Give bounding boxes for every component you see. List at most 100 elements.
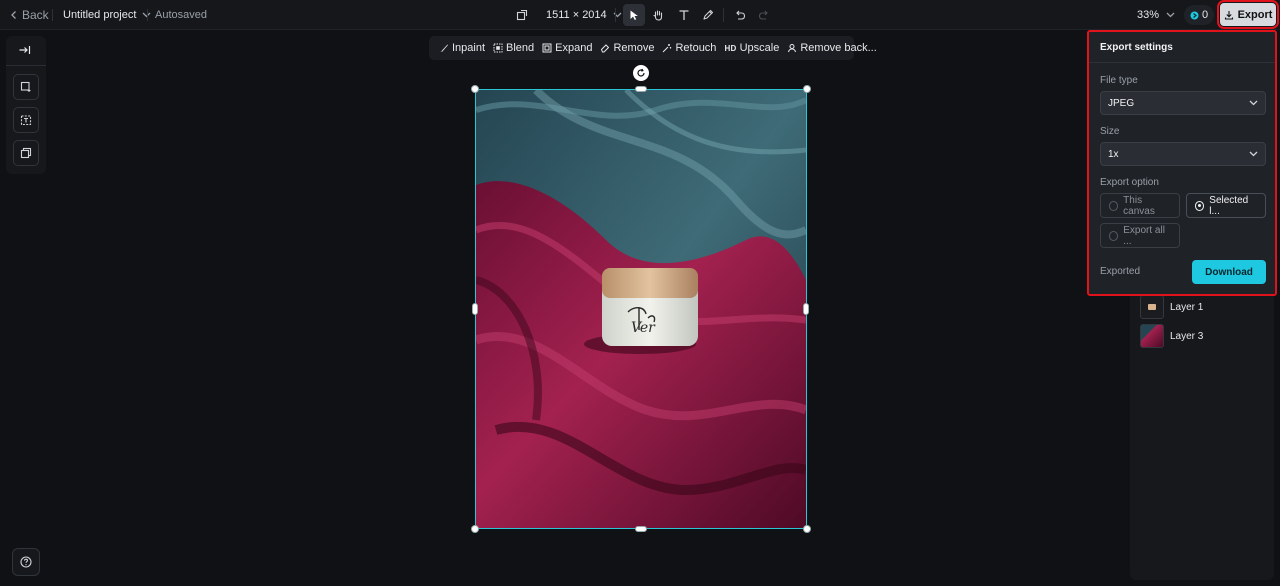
blend-button[interactable]: Blend: [489, 36, 538, 60]
credits-badge[interactable]: 0: [1184, 5, 1214, 25]
inpaint-button[interactable]: Inpaint: [435, 36, 489, 60]
top-bar: Back Untitled project Autosaved 1511 × 2…: [0, 0, 1280, 30]
magic-wand-icon: [662, 43, 672, 53]
radio-checked-icon: [1195, 200, 1205, 211]
resize-icon: [516, 9, 528, 21]
text-frame-tool-button[interactable]: [13, 107, 39, 133]
expand-icon: [542, 43, 552, 53]
retouch-label: Retouch: [675, 42, 717, 54]
canvas-size-dropdown[interactable]: 1511 × 2014: [516, 0, 622, 30]
file-type-select[interactable]: JPEG: [1100, 91, 1266, 115]
credits-count: 0: [1201, 9, 1209, 21]
collapse-panel-button[interactable]: [18, 44, 32, 56]
redo-button[interactable]: [753, 4, 775, 26]
layer-name: Layer 3: [1170, 330, 1204, 342]
size-select[interactable]: 1x: [1100, 142, 1266, 166]
text-tool-button[interactable]: [673, 4, 695, 26]
crop-plus-icon: [20, 81, 32, 93]
resize-handle-bottom[interactable]: [635, 526, 647, 532]
expand-label: Expand: [555, 42, 593, 54]
layers-tool-button[interactable]: [13, 140, 39, 166]
canvas-dimensions: 1511 × 2014: [546, 9, 607, 21]
save-status: Autosaved: [155, 9, 207, 21]
back-label: Back: [22, 8, 49, 22]
pen-tool-button[interactable]: [697, 4, 719, 26]
chevron-down-icon: [1249, 151, 1258, 157]
radio-icon: [1109, 200, 1119, 211]
blend-label: Blend: [506, 42, 535, 54]
pen-icon: [702, 9, 714, 21]
project-title: Untitled project: [63, 9, 137, 21]
retouch-button[interactable]: Retouch: [658, 36, 720, 60]
option-label: This canvas: [1123, 194, 1155, 217]
export-option-export-all[interactable]: Export all ...: [1100, 223, 1180, 248]
product-photo: Ver: [476, 90, 806, 528]
selected-canvas-image[interactable]: Ver: [475, 89, 807, 529]
inpaint-label: Inpaint: [452, 42, 486, 54]
remove-label: Remove: [613, 42, 655, 54]
resize-handle-right[interactable]: [803, 303, 809, 315]
left-toolbar: [6, 36, 46, 174]
eraser-icon: [600, 43, 610, 53]
radio-icon: [1109, 230, 1119, 241]
resize-handle-bottom-left[interactable]: [471, 525, 479, 533]
layer-item[interactable]: Layer 3: [1140, 323, 1203, 349]
upscale-label: Upscale: [739, 42, 780, 54]
divider: [615, 8, 616, 22]
file-type-value: JPEG: [1108, 97, 1135, 109]
hand-icon: [652, 9, 664, 21]
credit-coin-icon: [1190, 11, 1199, 20]
export-label: Export: [1237, 8, 1273, 21]
remove-background-icon: [787, 43, 797, 53]
help-button[interactable]: [12, 548, 40, 576]
layer-thumbnail: [1140, 295, 1164, 319]
option-label: Selected l...: [1209, 194, 1249, 217]
project-title-dropdown[interactable]: Untitled project: [63, 0, 151, 30]
rotate-icon: [636, 68, 646, 78]
divider: [147, 9, 148, 21]
download-button[interactable]: Download: [1192, 260, 1266, 284]
resize-handle-top-left[interactable]: [471, 85, 479, 93]
resize-handle-top-right[interactable]: [803, 85, 811, 93]
question-icon: [20, 556, 32, 568]
rotate-handle[interactable]: [633, 65, 649, 81]
crop-tool-button[interactable]: [13, 74, 39, 100]
upscale-button[interactable]: HD Upscale: [720, 36, 783, 60]
brush-icon: [439, 43, 449, 53]
file-type-label: File type: [1100, 75, 1138, 86]
size-label: Size: [1100, 126, 1120, 137]
hand-tool-button[interactable]: [647, 4, 669, 26]
export-option-selected-layer[interactable]: Selected l...: [1186, 193, 1266, 218]
back-button[interactable]: Back: [10, 0, 49, 30]
expand-button[interactable]: Expand: [538, 36, 596, 60]
export-settings-title: Export settings: [1100, 42, 1173, 53]
divider: [6, 65, 46, 66]
blend-icon: [493, 43, 503, 53]
undo-icon: [734, 9, 746, 21]
download-icon: [1224, 10, 1234, 20]
remove-background-button[interactable]: Remove back...: [783, 36, 880, 60]
cursor-icon: [628, 9, 640, 21]
remove-button[interactable]: Remove: [596, 36, 658, 60]
ai-toolbar: Inpaint Blend Expand Remove Retouch HD U…: [429, 36, 877, 60]
product-jar-label: Ver: [631, 320, 656, 336]
layer-name: Layer 1: [1170, 301, 1204, 313]
export-option-this-canvas[interactable]: This canvas: [1100, 193, 1180, 218]
undo-button[interactable]: [729, 4, 751, 26]
resize-handle-top[interactable]: [635, 86, 647, 92]
divider: [723, 8, 724, 22]
select-tool-button[interactable]: [623, 4, 645, 26]
option-label: Export all ...: [1123, 224, 1165, 247]
size-value: 1x: [1108, 148, 1119, 160]
text-frame-icon: [20, 114, 32, 126]
resize-handle-bottom-right[interactable]: [803, 525, 811, 533]
layers-panel: Layer 1 Layer 3: [1130, 290, 1274, 580]
arrow-right-bar-icon: [18, 44, 32, 56]
layer-item[interactable]: Layer 1: [1140, 294, 1203, 320]
export-button[interactable]: Export: [1217, 0, 1279, 29]
divider: [1089, 62, 1275, 63]
export-status: Exported: [1100, 266, 1141, 277]
chevron-down-icon: [1249, 100, 1258, 106]
zoom-dropdown[interactable]: 33%: [1137, 0, 1175, 30]
resize-handle-left[interactable]: [472, 303, 478, 315]
